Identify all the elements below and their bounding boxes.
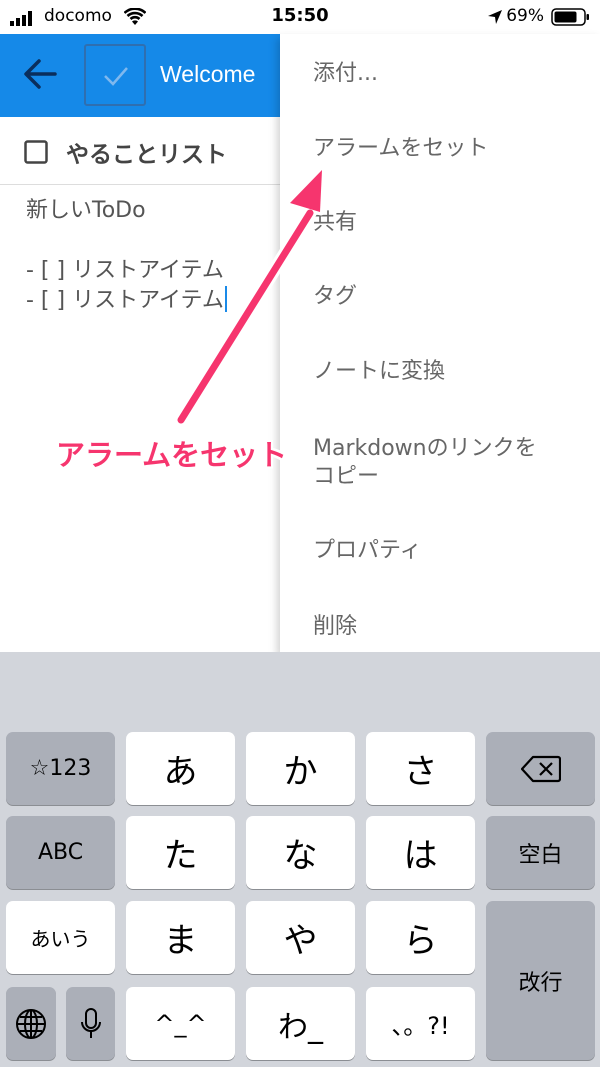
key-label: か	[283, 752, 318, 792]
key-ka[interactable]: か	[246, 732, 355, 805]
key-abc-mode[interactable]: ABC	[6, 816, 115, 889]
key-a[interactable]: あ	[126, 732, 235, 805]
key-space[interactable]: 空白	[486, 816, 595, 889]
key-sa[interactable]: さ	[366, 732, 475, 805]
key-punctuation[interactable]: 、。?!	[366, 987, 475, 1060]
key-label: あいう	[30, 927, 91, 951]
key-label: ^_^	[154, 1009, 207, 1038]
key-kana-mode[interactable]: あいう	[6, 901, 115, 974]
key-label: さ	[403, 752, 438, 792]
key-delete[interactable]	[486, 732, 595, 805]
key-ra[interactable]: ら	[366, 901, 475, 974]
key-label: た	[163, 836, 198, 876]
globe-icon	[16, 1008, 46, 1039]
key-label: ら	[403, 921, 438, 961]
key-emoticon[interactable]: ^_^	[126, 987, 235, 1060]
key-globe[interactable]	[6, 987, 56, 1060]
key-label: ま	[163, 921, 198, 961]
key-label: や	[283, 921, 318, 961]
key-label: ☆123	[29, 756, 92, 781]
microphone-icon	[80, 1007, 101, 1038]
key-numbers-mode[interactable]: ☆123	[6, 732, 115, 805]
annotation-label: アラームをセット	[56, 438, 288, 472]
key-label: 、。?!	[391, 1012, 450, 1040]
key-na[interactable]: な	[246, 816, 355, 889]
key-label: ABC	[37, 840, 84, 865]
key-label: あ	[163, 752, 198, 792]
delete-icon	[520, 755, 561, 782]
keyboard: ☆123 ABC あいう あ か さ た な は ま や ら ^_^ わ_ 、。…	[0, 652, 600, 1067]
key-ya[interactable]: や	[246, 901, 355, 974]
key-label: わ_	[278, 1009, 323, 1045]
key-ma[interactable]: ま	[126, 901, 235, 974]
key-label: な	[283, 836, 318, 876]
key-label: 改行	[518, 970, 563, 996]
key-ha[interactable]: は	[366, 816, 475, 889]
key-dictation[interactable]	[66, 987, 115, 1060]
key-label: は	[403, 836, 438, 876]
key-return[interactable]: 改行	[486, 901, 595, 1060]
key-label: 空白	[518, 842, 563, 868]
key-ta[interactable]: た	[126, 816, 235, 889]
key-wa[interactable]: わ_	[246, 987, 355, 1060]
